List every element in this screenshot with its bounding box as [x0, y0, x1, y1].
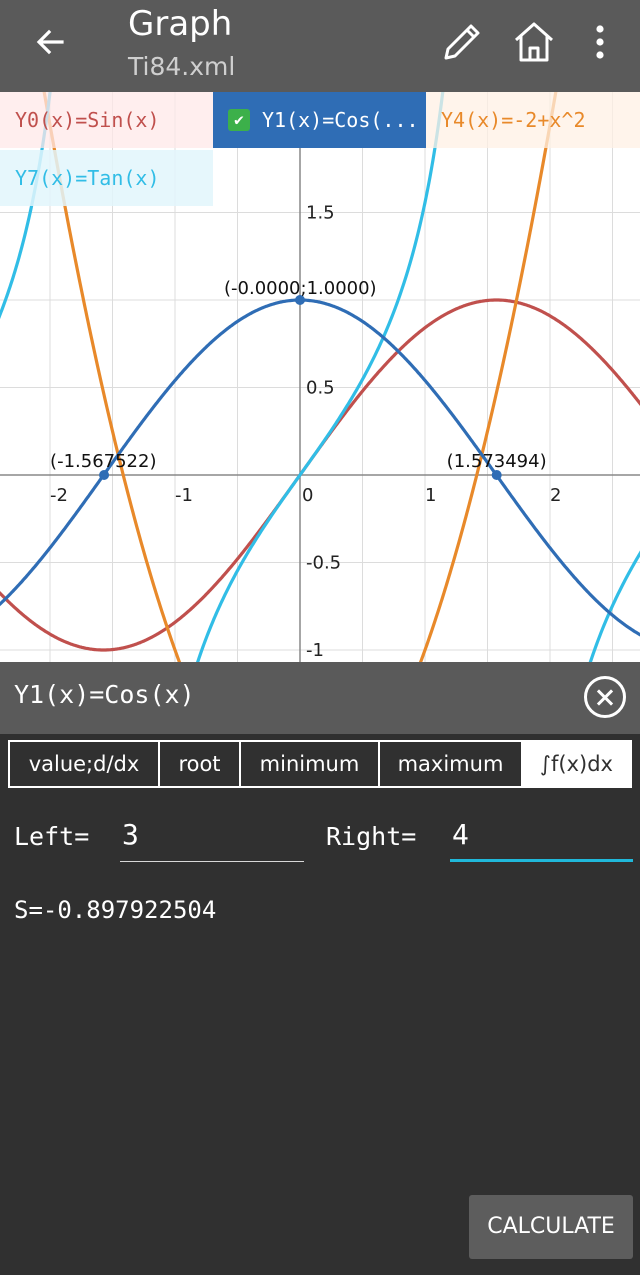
graph-canvas[interactable]: -2 -1 0 1 2 1.5 0.5 -0.5 -1 (-0.0000;1.0000) (-1.5…	[0, 92, 640, 662]
function-tab-y0[interactable]: Y0(x)=Sin(x)	[0, 92, 213, 148]
max-point-label: (-0.0000;1.0000)	[224, 278, 377, 299]
x-tick-label: 0	[302, 485, 313, 506]
tab-minimum[interactable]: minimum	[241, 742, 378, 786]
left-label: Left=	[14, 822, 90, 851]
y-tick-label: -1	[306, 640, 324, 661]
close-icon[interactable]	[584, 676, 626, 718]
home-icon[interactable]	[508, 16, 560, 68]
left-bound-input[interactable]: 3	[120, 818, 304, 862]
tab-integral[interactable]: ∫f(x)dx	[523, 742, 630, 786]
x-tick-label: -1	[175, 485, 193, 506]
y-tick-label: 0.5	[306, 378, 335, 399]
more-vert-icon[interactable]	[574, 16, 626, 68]
tab-maximum[interactable]: maximum	[380, 742, 521, 786]
x-tick-label: 1	[425, 485, 436, 506]
screen-title: Graph	[128, 4, 233, 44]
pencil-icon[interactable]	[436, 16, 488, 68]
function-tab-y1[interactable]: ✔ Y1(x)=Cos(...	[213, 92, 426, 148]
file-name: Ti84.xml	[128, 52, 236, 81]
function-panel-body: value;d/dx root minimum maximum ∫f(x)dx …	[0, 734, 640, 1275]
x-tick-label: 2	[550, 485, 561, 506]
function-panel-header: Y1(x)=Cos(x)	[0, 662, 640, 734]
tab-value[interactable]: value;d/dx	[10, 742, 158, 786]
root-point-right-label: (1.573494)	[447, 451, 547, 472]
function-tab-y4[interactable]: Y4(x)=-2+x^2	[426, 92, 640, 148]
y-tick-label: 1.5	[306, 203, 335, 224]
function-tab-y7[interactable]: Y7(x)=Tan(x)	[0, 150, 213, 206]
root-point-left-label: (-1.567522)	[50, 451, 156, 472]
right-label: Right=	[326, 822, 417, 851]
tab-root[interactable]: root	[160, 742, 239, 786]
y-tick-label: -0.5	[306, 553, 341, 574]
back-arrow-icon[interactable]	[30, 22, 70, 62]
right-bound-input[interactable]: 4	[450, 818, 633, 862]
checkbox-checked-icon[interactable]: ✔	[228, 108, 250, 131]
analysis-tabs: value;d/dx root minimum maximum ∫f(x)dx	[8, 740, 632, 788]
app-bar: Graph Ti84.xml	[0, 0, 640, 92]
x-tick-label: -2	[50, 485, 68, 506]
integral-result: S=-0.897922504	[14, 896, 217, 924]
calculate-button[interactable]: CALCULATE	[469, 1195, 633, 1259]
selected-function-title: Y1(x)=Cos(x)	[14, 680, 195, 709]
